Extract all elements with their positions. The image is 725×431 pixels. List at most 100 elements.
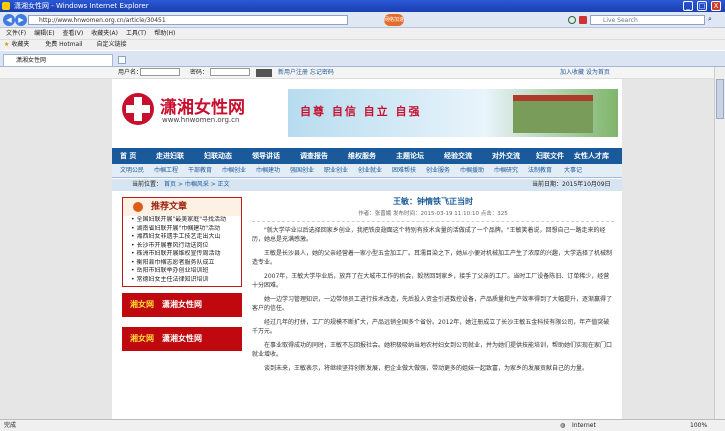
breadcrumb: 当前位置： 首页 > 巾帼风采 > 正文 当前日期：2015年10月09日 [112,179,622,191]
article-paragraph: 谈到未来，王敏表示，将继续坚持创新发展，把企业做大做强，带动更多的姐妹一起致富，… [264,365,589,372]
subnav-item[interactable]: 巾帼研究 [494,164,518,178]
globe-icon: ◍ [560,422,566,429]
menu-file[interactable]: 文件(F) [6,30,26,37]
stop-icon[interactable] [579,16,587,24]
menu-help[interactable]: 帮助(H) [154,30,175,37]
breadcrumb-path[interactable]: 首页 > 巾帼风采 > 正文 [164,179,230,191]
nav-forum[interactable]: 主题论坛 [396,148,424,164]
ad-banner-2[interactable]: 湘女网 潇湘女性网 [122,327,242,351]
title-bar: 潇湘女性网 - Windows Internet Explorer _ □ X [0,0,725,12]
article-paragraph: 2007年，王敏大学毕业后，放弃了在大城市工作的机会，毅然回到家乡，接手了父亲的… [252,273,610,289]
subnav-item[interactable]: 法制教育 [528,164,552,178]
ie-logo-icon [2,2,10,10]
recommended-item[interactable]: • 湘西妇女非遗手工技艺走出大山 [123,233,241,242]
bookmark-links[interactable]: 加入收藏 设为首页 [560,67,610,79]
breadcrumb-prefix: 当前位置： [132,181,163,188]
password-input[interactable] [210,68,250,76]
subnav-item[interactable]: 职业创业 [324,164,348,178]
nav-docs[interactable]: 妇联文件 [536,148,564,164]
refresh-icon[interactable] [568,16,576,24]
subnav-item[interactable]: 创业就业 [358,164,382,178]
site-logo-text[interactable]: 潇湘女性网 [160,93,245,118]
article-paragraph: 王敏是长沙县人，她的父亲经营着一家小型五金加工厂。耳濡目染之下，她从小便对机械加… [252,250,613,266]
address-bar-row: ◀ ▶ http://www.hnwomen.org.cn/article/30… [0,12,725,28]
nav-about[interactable]: 走进妇联 [156,148,184,164]
recommended-item[interactable]: • 长沙市开展春风行动送岗位 [123,242,241,251]
subnav-item[interactable]: 困难帮扶 [392,164,416,178]
nav-news[interactable]: 妇联动态 [204,148,232,164]
ad-text: 潇湘女性网 [162,334,202,343]
nav-foreign[interactable]: 对外交流 [492,148,520,164]
zone-label: Internet [572,422,596,429]
back-icon[interactable]: ◀ [3,14,15,26]
subnav-item[interactable]: 巾帼工程 [154,164,178,178]
site-logo-url: www.hnwomen.org.cn [162,116,240,124]
username-input[interactable] [140,68,180,76]
search-icon[interactable]: ⌕ [708,15,712,24]
recommended-box: 推荐文章 • 全国妇联开展"最美家庭"寻找活动 • 湖南省妇联开展"巾帼建功"活… [122,197,242,287]
subnav-item[interactable]: 干部教育 [188,164,212,178]
ad-tag: 湘女网 [130,334,154,343]
status-text: 完成 [4,422,17,429]
link-custom[interactable]: 自定义链接 [96,41,126,48]
nav-exchange[interactable]: 经验交流 [444,148,472,164]
page-viewport: 用户名： 密码： 新用户注册 忘记密码 加入收藏 设为首页 潇湘女性网 www.… [0,67,725,419]
article-meta: 作者：张晋娥 发布时间：2015-03-19 11:10:10 点击：325 [252,210,614,222]
tab-bar: 潇湘女性网 [0,51,725,67]
bullet-icon [133,202,143,212]
recommended-item[interactable]: • 衡阳县巾帼志愿者服务队成立 [123,259,241,268]
menu-tools[interactable]: 工具(T) [126,30,146,37]
subnav-item[interactable]: 创业服务 [426,164,450,178]
ad-text: 潇湘女性网 [162,300,202,309]
popup-badge[interactable]: 网络加速 [384,14,404,26]
article-paragraph: "就大学毕业以后选择回家乡创业，我把铁皮翅面这个特别有技术含量的活做成了一个品牌… [252,227,606,243]
username-label: 用户名： [118,69,143,76]
current-date: 当前日期：2015年10月09日 [532,181,611,188]
subnav-item[interactable]: 文明公民 [120,164,144,178]
scrollbar-thumb[interactable] [716,79,724,119]
maximize-button[interactable]: □ [697,1,707,11]
nav-speeches[interactable]: 领导讲话 [252,148,280,164]
recommended-item[interactable]: • 全国妇联开展"最美家庭"寻找活动 [123,216,241,225]
zoom-level[interactable]: 100% [690,420,707,431]
recommended-header: 推荐文章 [123,198,241,216]
forward-icon[interactable]: ▶ [15,14,27,26]
new-tab-icon[interactable] [118,56,126,64]
nav-home[interactable]: 首 页 [120,148,136,164]
menu-view[interactable]: 查看(V) [62,30,83,37]
ad-tag: 湘女网 [130,300,154,309]
article-title: 王敏：钟情铁飞正当时 [393,197,473,206]
nav-talent[interactable]: 女性人才库 [574,148,609,164]
star-icon: ★ [4,41,10,48]
browser-window: 潇湘女性网 - Windows Internet Explorer _ □ X … [0,0,725,431]
search-input[interactable]: Live Search [590,15,705,25]
subnav-item[interactable]: 大事记 [564,164,582,178]
nav-reports[interactable]: 调查报告 [300,148,328,164]
recommended-item[interactable]: • 岳阳市妇联举办创业培训班 [123,267,241,276]
link-hotmail[interactable]: 免费 Hotmail [45,41,82,48]
close-button[interactable]: X [711,1,721,11]
favorites-button[interactable]: 收藏夹 [11,41,29,48]
recommended-item[interactable]: • 湖南省妇联开展"巾帼建功"活动 [123,225,241,234]
tab-label: 潇湘女性网 [16,57,47,64]
subnav-item[interactable]: 巾帼创业 [222,164,246,178]
nav-rights[interactable]: 维权服务 [348,148,376,164]
ad-banner-1[interactable]: 湘女网 潇湘女性网 [122,293,242,317]
article: 王敏：钟情铁飞正当时 作者：张晋娥 发布时间：2015-03-19 11:10:… [252,197,614,419]
register-links[interactable]: 新用户注册 忘记密码 [278,67,334,79]
tab-current[interactable]: 潇湘女性网 [3,54,113,66]
recommended-item[interactable]: • 常德妇女主任法律知识培训 [123,276,241,285]
password-label: 密码： [190,69,209,76]
recommended-title: 推荐文章 [151,202,188,212]
article-paragraph: 在事业取得成功的同时，王敏不忘回报社会。她积极吸纳当地农村妇女到公司就业，并为她… [252,342,613,358]
vertical-scrollbar[interactable] [714,67,725,419]
subnav-item[interactable]: 巾帼建功 [256,164,280,178]
subnav-item[interactable]: 巾帼援助 [460,164,484,178]
minimize-button[interactable]: _ [683,1,693,11]
login-button[interactable] [256,69,272,77]
recommended-item[interactable]: • 株洲市妇联开展维权宣传周活动 [123,250,241,259]
menu-favorites[interactable]: 收藏夹(A) [91,30,118,37]
address-input[interactable]: http://www.hnwomen.org.cn/article/30451 [28,15,348,25]
menu-edit[interactable]: 编辑(E) [34,30,54,37]
subnav-item[interactable]: 强国创业 [290,164,314,178]
